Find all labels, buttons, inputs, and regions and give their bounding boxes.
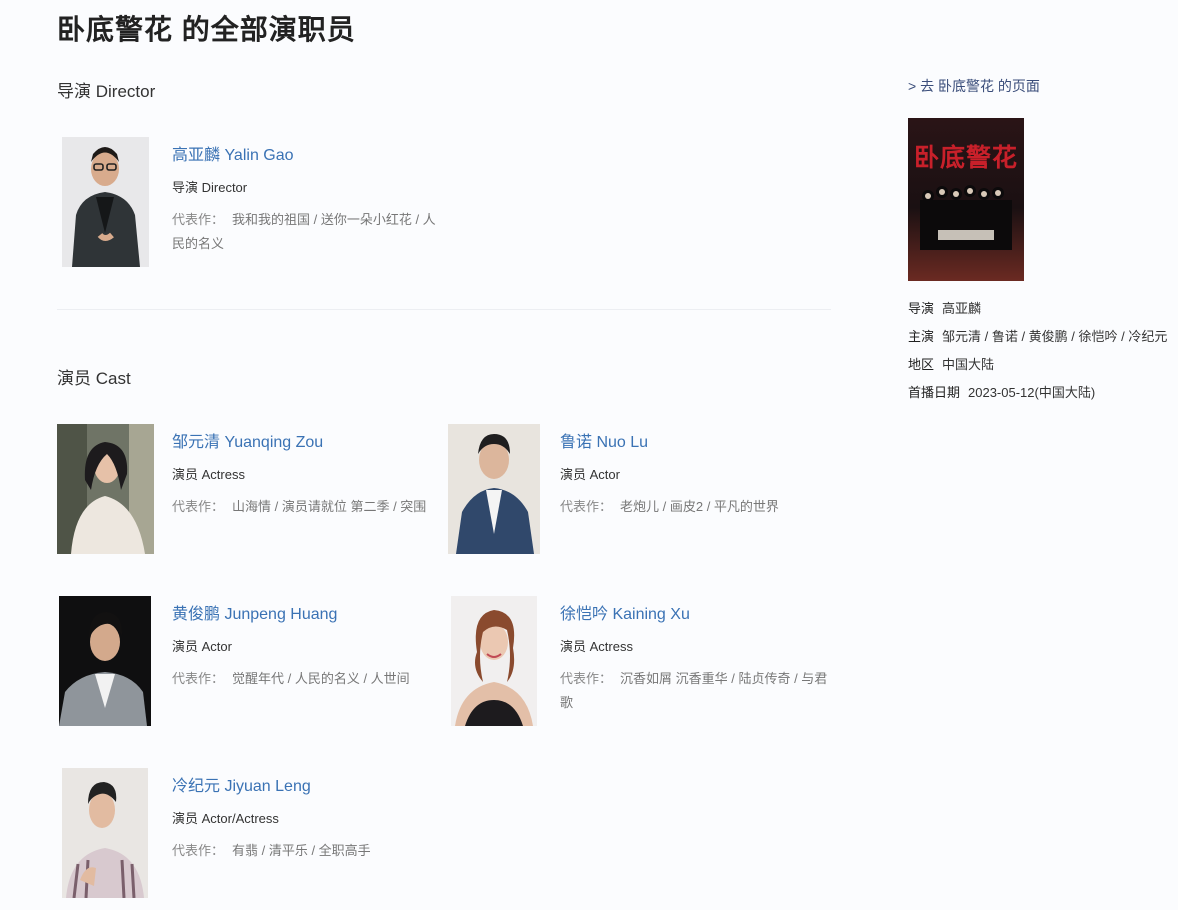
works-label: 代表作： [172,212,225,227]
cast-role: 演员 Actress [172,467,245,482]
director-role: 导演 Director [172,180,248,195]
cast-role: 演员 Actor [560,467,620,482]
show-poster[interactable]: 卧底警花 [908,118,1024,281]
works-label: 代表作： [560,499,613,514]
cast-works: 代表作： 老炮儿 / 画皮2 / 平凡的世界 [560,495,830,519]
meta-director: 导演 高亚麟 [908,298,1167,326]
director-photo[interactable] [62,137,149,267]
cast-works: 代表作： 山海情 / 演员请就位 第二季 / 突围 [172,495,445,519]
section-title-director: 导演 Director [57,82,156,101]
cast-role: 演员 Actor [172,639,232,654]
cast-photo[interactable] [451,596,537,726]
meta-label: 主演 [908,329,935,344]
cast-photo[interactable] [62,768,148,898]
section-title-cast: 演员 Cast [57,369,131,388]
meta-cast: 主演 邹元清 / 鲁诺 / 黄俊鹏 / 徐恺吟 / 冷纪元 [908,326,1167,354]
cast-role: 演员 Actor/Actress [172,811,279,826]
page-title: 卧底警花 的全部演职员 [57,14,356,45]
works-list: 老炮儿 / 画皮2 / 平凡的世界 [620,499,779,514]
works-label: 代表作： [172,671,225,686]
meta-value: 邹元清 / 鲁诺 / 黄俊鹏 / 徐恺吟 / 冷纪元 [942,329,1168,344]
cast-works: 代表作： 有翡 / 清平乐 / 全职高手 [172,839,442,863]
works-label: 代表作： [172,499,225,514]
works-list: 觉醒年代 / 人民的名义 / 人世间 [232,671,410,686]
meta-label: 首播日期 [908,385,961,400]
poster-title: 卧底警花 [913,143,1018,172]
meta-value: 2023-05-12(中国大陆) [968,385,1096,400]
section-divider [57,309,831,310]
cast-role: 演员 Actress [560,639,633,654]
meta-value: 中国大陆 [942,357,995,372]
director-name-link[interactable]: 高亚麟 Yalin Gao [172,145,442,167]
meta-value: 高亚麟 [942,301,982,316]
cast-name-link[interactable]: 冷纪元 Jiyuan Leng [172,776,442,798]
cast-name-link[interactable]: 黄俊鹏 Junpeng Huang [172,604,442,626]
works-list: 山海情 / 演员请就位 第二季 / 突围 [232,499,427,514]
cast-works: 代表作： 沉香如屑 沉香重华 / 陆贞传奇 / 与君歌 [560,667,830,715]
go-to-show-page-link[interactable]: > 去 卧底警花 的页面 [908,76,1040,96]
cast-photo[interactable] [448,424,540,554]
meta-region: 地区 中国大陆 [908,354,1167,382]
director-works: 代表作： 我和我的祖国 / 送你一朵小红花 / 人民的名义 [172,208,442,256]
show-meta: 导演 高亚麟 主演 邹元清 / 鲁诺 / 黄俊鹏 / 徐恺吟 / 冷纪元 地区 中国大… [908,298,1167,410]
meta-premiere-date: 首播日期 2023-05-12(中国大陆) [908,382,1167,410]
works-list: 有翡 / 清平乐 / 全职高手 [232,843,371,858]
meta-label: 导演 [908,301,935,316]
meta-label: 地区 [908,357,935,372]
cast-works: 代表作： 觉醒年代 / 人民的名义 / 人世间 [172,667,442,691]
cast-photo[interactable] [57,424,154,554]
cast-name-link[interactable]: 邹元清 Yuanqing Zou [172,432,445,454]
cast-photo[interactable] [59,596,151,726]
works-label: 代表作： [172,843,225,858]
works-label: 代表作： [560,671,613,686]
cast-name-link[interactable]: 鲁诺 Nuo Lu [560,432,830,454]
cast-name-link[interactable]: 徐恺吟 Kaining Xu [560,604,830,626]
